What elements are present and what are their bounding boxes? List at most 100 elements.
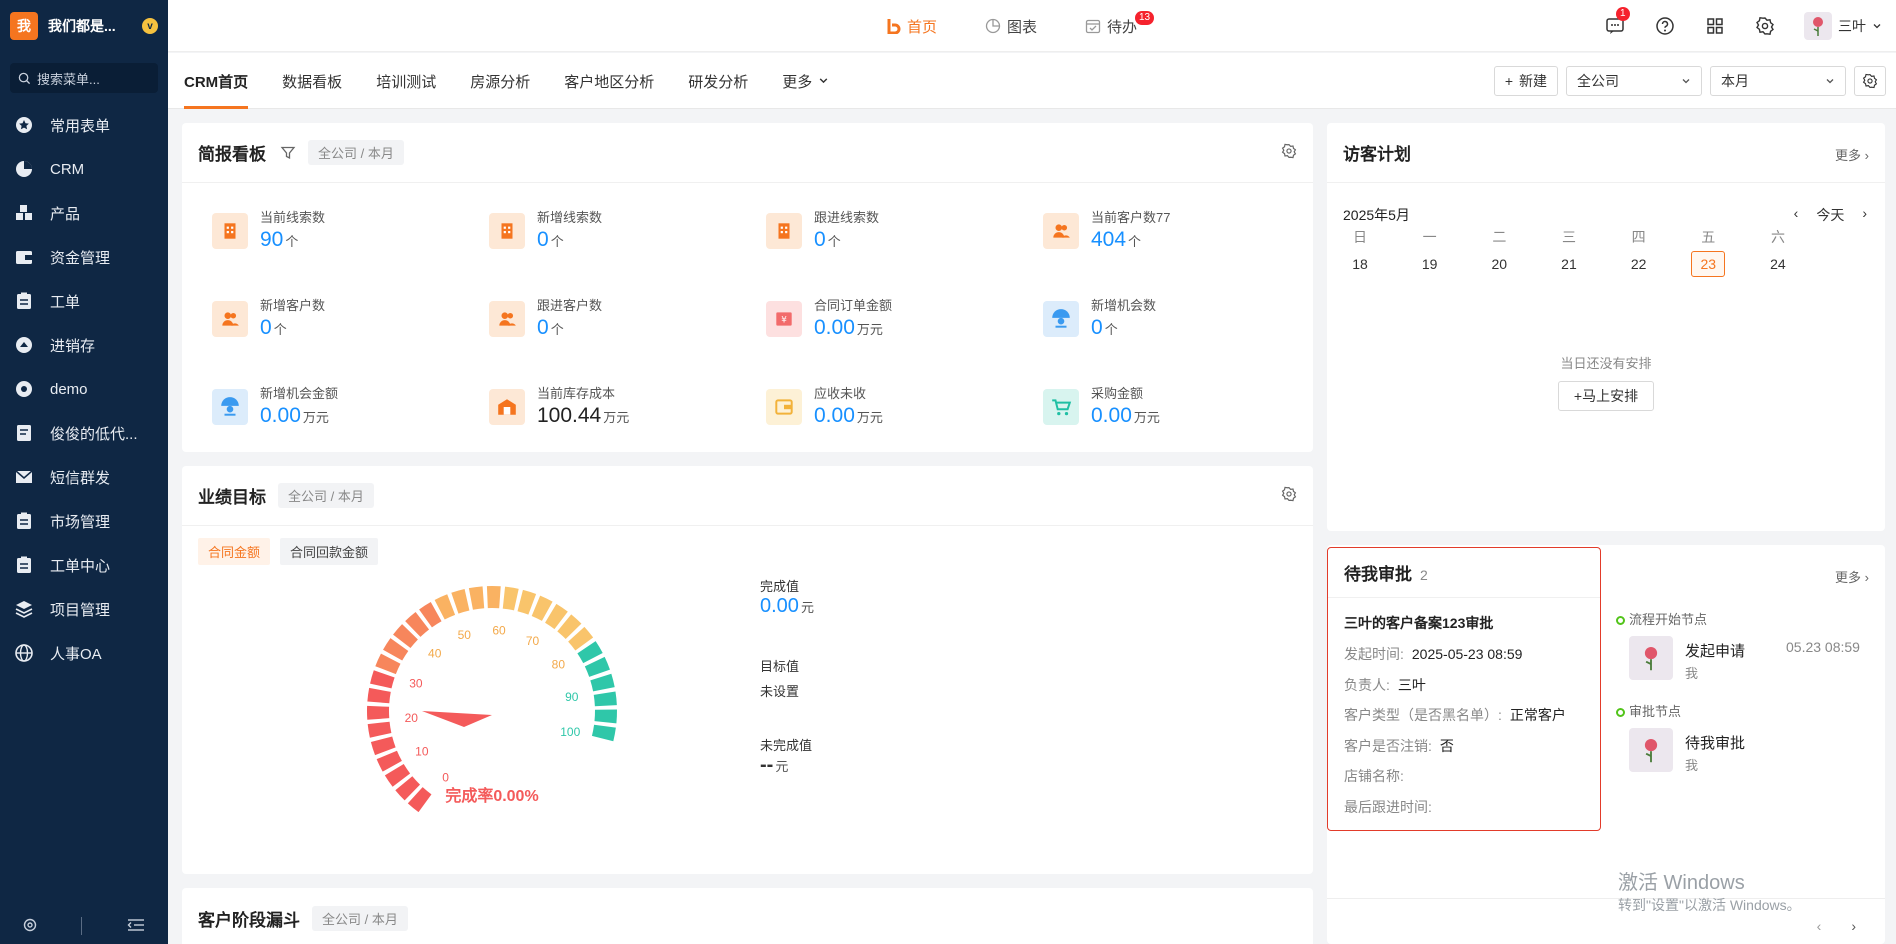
sidebar-item-9[interactable]: 市场管理 — [0, 499, 168, 543]
sidebar-item-label: 资金管理 — [50, 249, 111, 267]
sidebar-item-5[interactable]: 进销存 — [0, 323, 168, 367]
sidebar-item-12[interactable]: 人事OA — [0, 631, 168, 675]
sidebar-item-2[interactable]: 产品 — [0, 191, 168, 235]
kpi-tile[interactable]: 新增机会金额 0.00 万元 — [212, 383, 472, 443]
sidebar-item-3[interactable]: 资金管理 — [0, 235, 168, 279]
gear-icon — [1862, 73, 1878, 89]
next-week-icon[interactable]: › — [1862, 205, 1867, 225]
kpi-tile[interactable]: 采购金额 0.00 万元 — [1043, 383, 1303, 443]
approval-item-title[interactable]: 三叶的客户备案123审批 — [1344, 613, 1493, 633]
tab-0[interactable]: CRM首页 — [184, 53, 249, 109]
menu-search-input[interactable]: 搜索菜单... — [10, 63, 158, 93]
next-page-icon[interactable]: › — [1851, 918, 1856, 934]
tab-3[interactable]: 房源分析 — [470, 53, 530, 109]
kpi-unit: 个 — [550, 322, 564, 337]
gauge-tick-label: 100 — [560, 725, 580, 739]
kpi-tile[interactable]: 跟进客户数 0 个 — [489, 295, 749, 355]
settings-icon[interactable] — [1754, 15, 1776, 37]
period-select[interactable]: 本月 — [1710, 66, 1846, 96]
calendar-day[interactable]: 24 — [1761, 251, 1795, 277]
calendar-day[interactable]: 22 — [1622, 251, 1656, 277]
approval-item-highlight[interactable]: 待我审批 2 三叶的客户备案123审批 发起时间: 2025-05-23 08:59… — [1327, 547, 1601, 831]
topnav-charts[interactable]: 图表 — [985, 0, 1037, 52]
brief-settings-gear-icon[interactable] — [1281, 143, 1297, 159]
tab-5[interactable]: 研发分析 — [688, 53, 748, 109]
arrange-now-button[interactable]: + 马上安排 — [1558, 381, 1654, 411]
kpi-value-row: 0.00 万元 — [260, 404, 338, 428]
search-icon — [18, 72, 31, 84]
prev-page-icon[interactable]: ‹ — [1817, 918, 1822, 934]
collapse-menu-icon[interactable] — [126, 917, 146, 936]
clipboard-icon — [14, 555, 34, 575]
sidebar-item-label: 产品 — [50, 205, 81, 223]
sidebar-item-1[interactable]: CRM — [0, 147, 168, 191]
topnav-todo[interactable]: 待办 13 — [1085, 0, 1155, 52]
kpi-tile[interactable]: ¥ 合同订单金额 0.00 万元 — [766, 295, 1026, 355]
message-icon[interactable]: 1 — [1604, 7, 1630, 37]
kpi-label: 新增机会金额 — [260, 386, 339, 401]
approval-more-link[interactable]: 更多 › — [1835, 567, 1869, 586]
sidebar-item-7[interactable]: 俊俊的低代... — [0, 411, 168, 455]
topnav-home[interactable]: 首页 — [887, 0, 937, 52]
building-icon — [212, 213, 248, 249]
calendar-day[interactable]: 20 — [1482, 251, 1516, 277]
kpi-tile[interactable]: 新增线索数 0 个 — [489, 207, 749, 267]
kpi-tile[interactable]: 新增机会数 0 个 — [1043, 295, 1303, 355]
apps-grid-icon[interactable] — [1704, 15, 1726, 37]
visit-more-link[interactable]: 更多 › — [1835, 145, 1869, 164]
calendar-day[interactable]: 21 — [1552, 251, 1586, 277]
kpi-tile[interactable]: 当前客户数77 404 个 — [1043, 207, 1303, 267]
sidebar-item-10[interactable]: 工单中心 — [0, 543, 168, 587]
filter-icon[interactable] — [280, 145, 296, 161]
calendar-check-icon — [1085, 19, 1101, 34]
kpi-tile[interactable]: 当前库存成本 100.44 万元 — [489, 383, 749, 443]
kpi-tile[interactable]: 当前线索数 90 个 — [212, 207, 472, 267]
divider — [81, 917, 83, 935]
calendar-day[interactable]: 19 — [1413, 251, 1447, 277]
tab-4[interactable]: 客户地区分析 — [564, 53, 654, 109]
calendar-day[interactable]: 23 — [1691, 251, 1726, 277]
brand[interactable]: 我 我们都是... v — [0, 0, 168, 52]
goal-subtabs: 合同金额 合同回款金额 — [198, 538, 379, 565]
clipboard-icon — [14, 511, 34, 531]
new-button[interactable]: + 新建 — [1493, 66, 1558, 96]
sidebar-item-6[interactable]: demo — [0, 367, 168, 411]
settings-gear-icon[interactable] — [22, 917, 38, 936]
kpi-unit: 万元 — [603, 410, 630, 425]
dashboard-settings-button[interactable] — [1854, 66, 1886, 96]
scope-select[interactable]: 全公司 — [1566, 66, 1702, 96]
new-button-label: 新建 — [1519, 73, 1547, 89]
customers-icon — [489, 301, 525, 337]
receivable-icon — [766, 389, 802, 425]
sidebar-item-4[interactable]: 工单 — [0, 279, 168, 323]
tab-1[interactable]: 数据看板 — [282, 53, 342, 109]
divider — [1327, 898, 1885, 899]
sidebar-item-11[interactable]: 项目管理 — [0, 587, 168, 631]
tab-6[interactable]: 更多 — [782, 53, 829, 109]
period-select-value: 本月 — [1721, 73, 1749, 89]
kpi-value: 0.00 — [1091, 404, 1132, 427]
calendar-day[interactable]: 18 — [1343, 251, 1377, 277]
subtab-payment-amount[interactable]: 合同回款金额 — [280, 538, 379, 565]
today-button[interactable]: 今天 — [1816, 205, 1844, 225]
sidebar-item-8[interactable]: 短信群发 — [0, 455, 168, 499]
user-menu[interactable]: 三叶 — [1804, 12, 1882, 40]
gauge-segment — [502, 586, 519, 611]
gauge-segment — [468, 586, 485, 610]
subtab-contract-amount[interactable]: 合同金额 — [198, 538, 271, 565]
approval-header: 待我审批 2 — [1344, 560, 1428, 585]
kpi-tile[interactable]: 应收未收 0.00 万元 — [766, 383, 1026, 443]
tab-2[interactable]: 培训测试 — [376, 53, 436, 109]
kpi-value-row: 100.44 万元 — [537, 404, 629, 428]
approval-field: 最后跟进时间: — [1344, 797, 1440, 817]
goal-settings-gear-icon[interactable] — [1281, 486, 1297, 502]
help-icon[interactable] — [1654, 15, 1676, 37]
gauge-segment — [451, 589, 470, 614]
sidebar-item-0[interactable]: 常用表单 — [0, 103, 168, 147]
cart-icon — [1043, 389, 1079, 425]
approval-field: 店铺名称: — [1344, 766, 1412, 786]
weekday-label: 四 — [1631, 229, 1646, 245]
kpi-tile[interactable]: 跟进线索数 0 个 — [766, 207, 1026, 267]
prev-week-icon[interactable]: ‹ — [1794, 205, 1799, 225]
kpi-tile[interactable]: 新增客户数 0 个 — [212, 295, 472, 355]
